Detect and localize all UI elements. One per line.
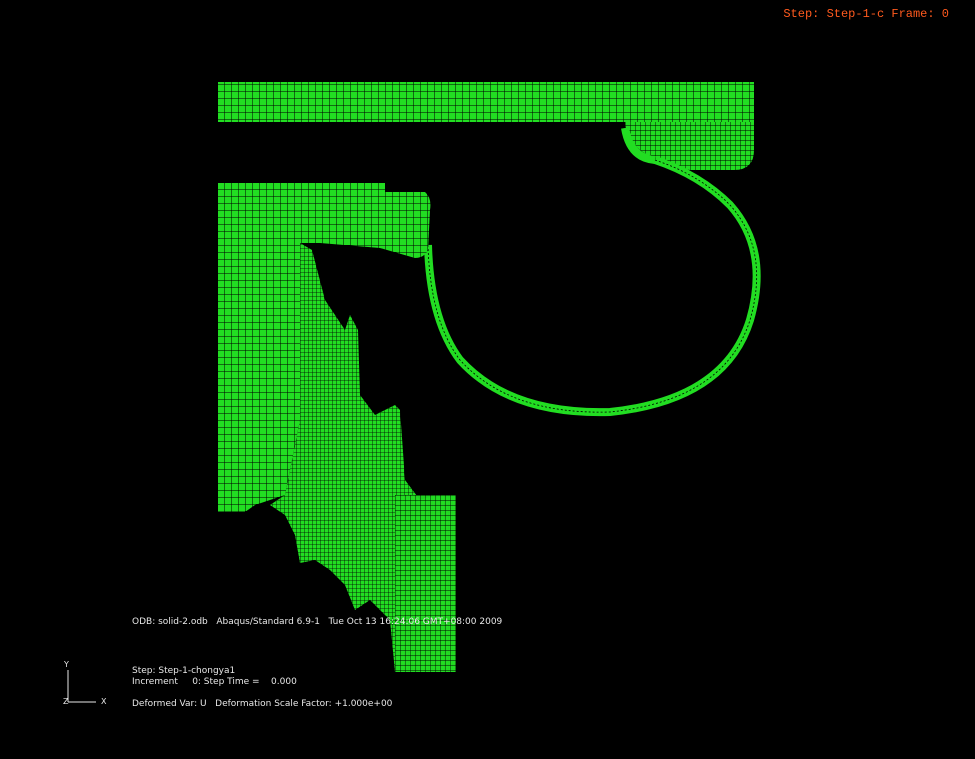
mesh-top-plate bbox=[218, 82, 754, 122]
odb-info-line: ODB: solid-2.odb Abaqus/Standard 6.9-1 T… bbox=[132, 617, 503, 627]
mesh-seal-ring bbox=[424, 156, 761, 417]
triad-x-label: X bbox=[101, 697, 107, 706]
triad-y-label: Y bbox=[64, 660, 69, 669]
mesh-plot bbox=[218, 82, 761, 672]
increment-info-line: Increment 0: Step Time = 0.000 bbox=[132, 677, 297, 687]
triad-z-label: Z bbox=[63, 697, 69, 706]
step-info-line: Step: Step-1-chongya1 bbox=[132, 666, 236, 676]
viewport-canvas[interactable]: Step: Step-1-c Frame: 0 ODB: solid-2.odb… bbox=[0, 0, 975, 755]
mesh-top-right-block bbox=[625, 122, 754, 170]
mesh-bottom-column bbox=[395, 495, 456, 672]
viewport-title: Step: Step-1-c Frame: 0 bbox=[783, 7, 949, 21]
deformed-var-line: Deformed Var: U Deformation Scale Factor… bbox=[132, 699, 393, 709]
